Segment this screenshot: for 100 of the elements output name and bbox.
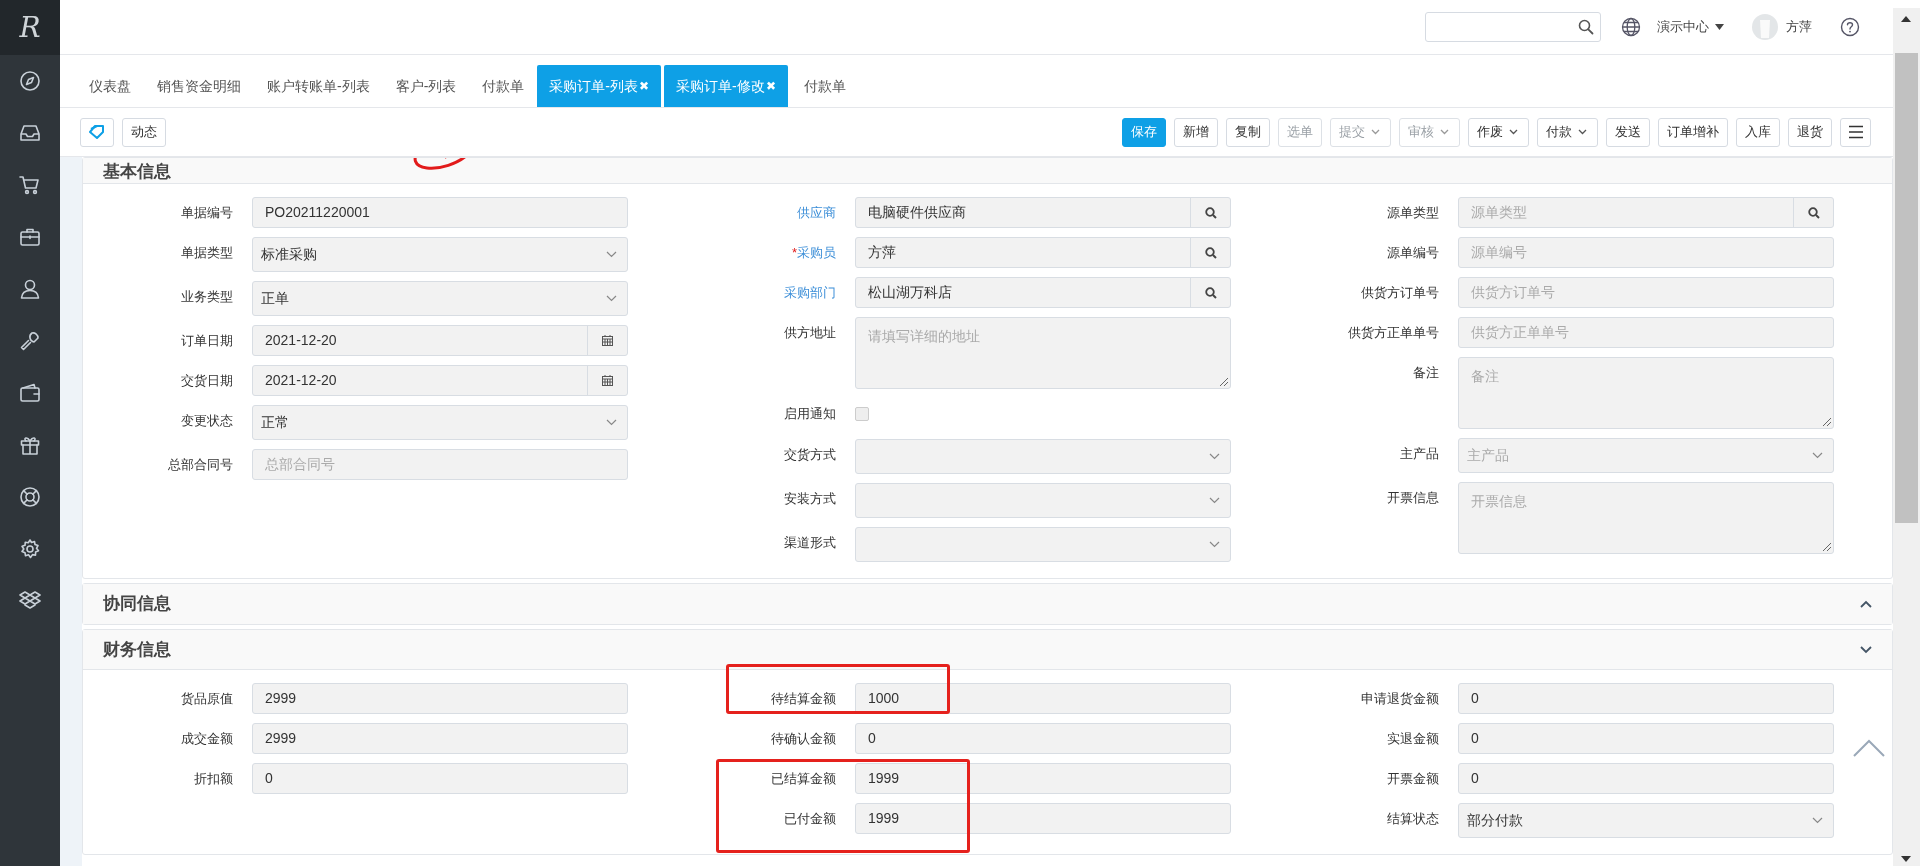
input-field[interactable]: 0	[855, 723, 1231, 754]
input-field[interactable]: 1999	[855, 803, 1231, 834]
scroll-thumb[interactable]	[1895, 53, 1918, 523]
select-field[interactable]: 正单	[252, 281, 628, 316]
section-title[interactable]: 协同信息	[103, 591, 171, 617]
field-label: 已结算金额	[771, 770, 836, 788]
tab[interactable]: 付款单	[790, 65, 859, 107]
cart-icon[interactable]	[19, 174, 41, 196]
calendar-icon[interactable]	[602, 375, 613, 386]
field-label: 交货日期	[181, 372, 233, 390]
toolbar-button[interactable]: 新增	[1174, 117, 1218, 147]
user-icon[interactable]	[19, 278, 41, 300]
lookup-field[interactable]: 松山湖万科店	[855, 277, 1231, 308]
input-field[interactable]: 2999	[252, 683, 628, 714]
search-field[interactable]	[1425, 12, 1601, 42]
tag-button[interactable]	[80, 117, 114, 147]
input-field[interactable]: PO20211220001	[252, 197, 628, 228]
lookup-field[interactable]: 方萍	[855, 237, 1231, 268]
search-icon[interactable]	[1204, 246, 1217, 259]
date-field[interactable]: 2021-12-20	[252, 325, 628, 356]
field-label[interactable]: 供应商	[797, 203, 836, 223]
wrench-icon[interactable]	[19, 330, 41, 352]
input-field[interactable]: 0	[1458, 683, 1834, 714]
menu-button[interactable]	[1840, 117, 1871, 147]
select-field[interactable]: 标准采购	[252, 237, 628, 272]
scroll-down-icon[interactable]	[1901, 856, 1911, 862]
org-dropdown[interactable]: 演示中心	[1657, 17, 1724, 37]
resize-grip-icon	[1822, 542, 1832, 552]
toolbar-button[interactable]: 复制	[1226, 117, 1270, 147]
field-label: 申请退货金额	[1361, 690, 1439, 708]
calendar-icon[interactable]	[602, 335, 613, 346]
search-icon[interactable]	[1807, 206, 1820, 219]
field-label: 待结算金额	[771, 690, 836, 708]
input-field[interactable]: 0	[1458, 763, 1834, 794]
input-field[interactable]: 1999	[855, 763, 1231, 794]
field-label[interactable]: *采购员	[791, 243, 836, 263]
globe-icon[interactable]	[1621, 17, 1641, 37]
tab[interactable]: 仪表盘	[76, 65, 144, 107]
field-label: 安装方式	[784, 490, 836, 508]
field-label[interactable]: 采购部门	[784, 283, 836, 303]
select-field[interactable]: 正常	[252, 405, 628, 440]
caret-icon	[1715, 24, 1724, 30]
toolbar-button[interactable]: 入库	[1736, 117, 1780, 147]
briefcase-icon[interactable]	[19, 226, 41, 248]
scrollbar[interactable]	[1893, 8, 1920, 866]
field-label: 供方地址	[784, 324, 836, 342]
field-label: 交货方式	[784, 446, 836, 464]
gift-icon[interactable]	[19, 434, 41, 456]
chevron-up-icon[interactable]	[1860, 600, 1872, 608]
chevron-down-icon	[606, 251, 617, 258]
toolbar-button[interactable]: 退货	[1788, 117, 1832, 147]
select-field[interactable]	[855, 439, 1231, 474]
chevron-down-icon	[1440, 129, 1449, 135]
activity-button[interactable]: 动态	[122, 117, 166, 147]
tab[interactable]: 客户-列表	[382, 65, 470, 107]
input-field[interactable]: 2999	[252, 723, 628, 754]
user-name[interactable]: 方萍	[1786, 17, 1812, 37]
tab[interactable]: 销售资金明细	[144, 65, 254, 107]
select-field[interactable]: 部分付款	[1458, 803, 1834, 838]
field-label: 开票信息	[1387, 489, 1439, 507]
field-label: 渠道形式	[784, 534, 836, 552]
section-title[interactable]: 基本信息	[103, 158, 171, 183]
toolbar-button[interactable]: 发送	[1606, 117, 1650, 147]
section-title[interactable]: 财务信息	[103, 636, 171, 663]
field-label: 单据编号	[181, 204, 233, 222]
chevron-down-icon	[1812, 817, 1823, 824]
settings-icon[interactable]	[19, 538, 41, 560]
field-label: 启用通知	[784, 405, 836, 423]
scroll-up-icon[interactable]	[1901, 16, 1911, 22]
tab[interactable]: 付款单	[469, 65, 538, 107]
chevron-down-icon	[1578, 129, 1587, 135]
chevron-down-icon[interactable]	[1860, 645, 1872, 654]
search-icon[interactable]	[1578, 19, 1594, 35]
date-field[interactable]: 2021-12-20	[252, 365, 628, 396]
toolbar-button[interactable]: 作废	[1468, 117, 1529, 147]
select-field[interactable]	[855, 483, 1231, 518]
help-icon[interactable]	[1840, 17, 1860, 37]
checkbox[interactable]	[855, 407, 869, 421]
field-label: 实退金额	[1387, 730, 1439, 748]
inbox-icon[interactable]	[19, 122, 41, 144]
field-label: 变更状态	[181, 412, 233, 430]
select-field[interactable]	[855, 527, 1231, 562]
input-field[interactable]: 1000	[855, 683, 1231, 714]
lookup-field[interactable]: 电脑硬件供应商	[855, 197, 1231, 228]
tab[interactable]: 账户转账单-列表	[254, 65, 383, 107]
search-icon[interactable]	[1204, 206, 1217, 219]
toolbar-button[interactable]: 付款	[1537, 117, 1598, 147]
chevron-down-icon	[1509, 129, 1518, 135]
chevron-down-icon	[1812, 452, 1823, 459]
compass-icon[interactable]	[19, 70, 41, 92]
boxes-icon[interactable]	[19, 590, 41, 612]
chevron-down-icon	[1209, 497, 1220, 504]
input-field[interactable]: 0	[252, 763, 628, 794]
field-label: 折扣额	[194, 770, 233, 788]
input-field[interactable]: 0	[1458, 723, 1834, 754]
search-icon[interactable]	[1204, 286, 1217, 299]
lifebuoy-icon[interactable]	[19, 486, 41, 508]
toolbar-button[interactable]: 订单增补	[1658, 117, 1728, 147]
tag-icon	[89, 125, 105, 139]
wallet-icon[interactable]	[19, 382, 41, 404]
